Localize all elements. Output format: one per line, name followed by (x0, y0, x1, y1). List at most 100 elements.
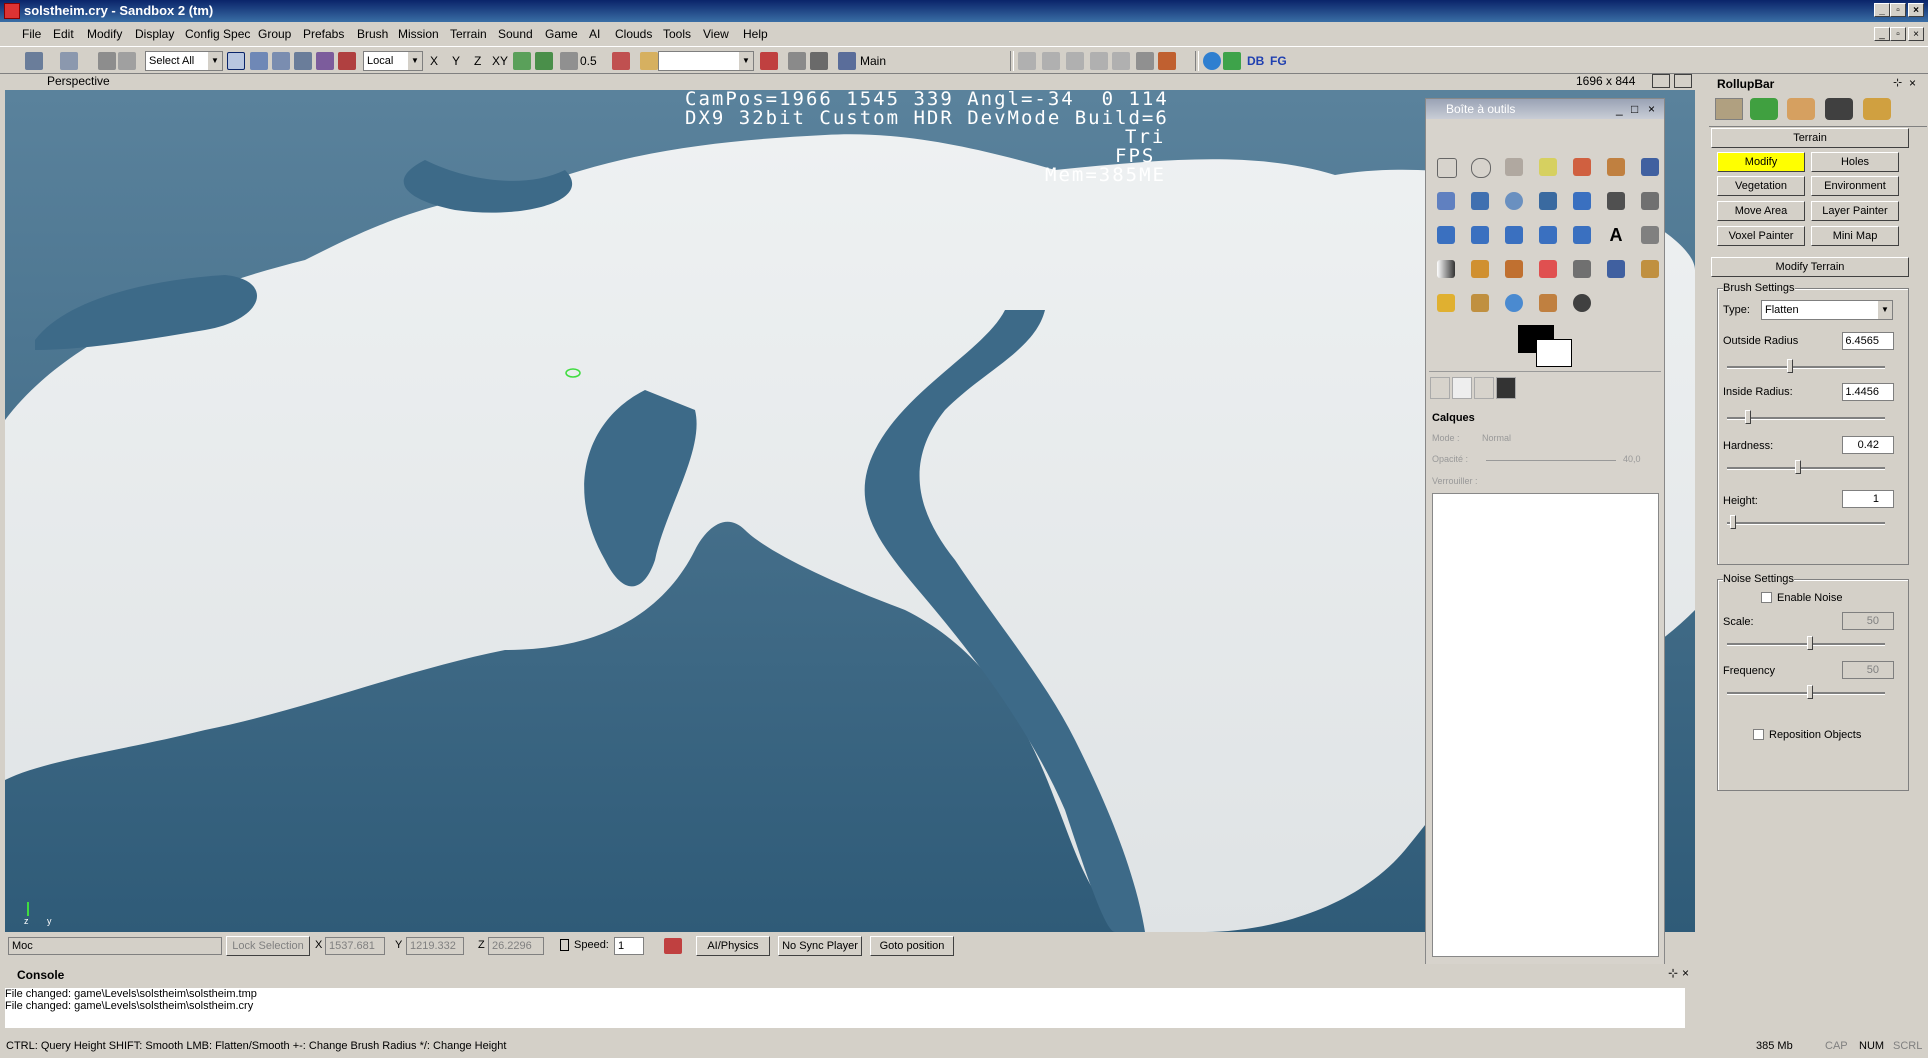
opacity-value[interactable]: 40,0 (1623, 454, 1641, 464)
x-coordinate-field[interactable]: 1537.681 (325, 937, 385, 955)
axis-xy-button[interactable]: XY (492, 51, 508, 71)
flip-icon[interactable] (1568, 221, 1596, 249)
globe-icon[interactable] (1203, 52, 1221, 70)
unlink-icon[interactable] (118, 52, 136, 70)
vegetation-button[interactable]: Vegetation (1717, 176, 1805, 196)
inside-radius-thumb[interactable] (1745, 410, 1751, 424)
menu-clouds[interactable]: Clouds (615, 27, 652, 41)
bucket-fill-icon[interactable] (1636, 221, 1664, 249)
modify-button[interactable]: Modify (1717, 152, 1805, 172)
snap-icon[interactable] (338, 52, 356, 70)
viewport-options-icon[interactable] (1652, 74, 1670, 88)
frequency-thumb[interactable] (1807, 685, 1813, 699)
rollup-close-icon[interactable]: × (1909, 76, 1916, 90)
minimize-button[interactable]: _ (1874, 3, 1890, 17)
scissors-icon[interactable] (1602, 153, 1630, 181)
lock-selection-button[interactable]: Lock Selection (226, 936, 310, 956)
color-picker-icon[interactable] (1466, 187, 1494, 215)
gimp-maximize-icon[interactable]: □ (1631, 99, 1638, 119)
table-icon[interactable] (1066, 52, 1084, 70)
menu-tools[interactable]: Tools (663, 27, 691, 41)
terrain-follow-icon[interactable] (513, 52, 531, 70)
tab-colors[interactable] (1496, 377, 1516, 399)
menu-sound[interactable]: Sound (498, 27, 533, 41)
pencil-icon[interactable] (1466, 255, 1494, 283)
coord-system-combo[interactable]: Local ▼ (363, 51, 423, 71)
clone-icon[interactable] (1636, 255, 1664, 283)
blend-icon[interactable] (1432, 255, 1460, 283)
smudge-icon[interactable] (1534, 289, 1562, 317)
mini-map-button[interactable]: Mini Map (1811, 226, 1899, 246)
menu-help[interactable]: Help (743, 27, 768, 41)
inside-radius-field[interactable]: 1.4456 (1842, 383, 1894, 401)
measure-icon[interactable] (1534, 187, 1562, 215)
grid-icon[interactable] (560, 52, 578, 70)
terrain-collision-icon[interactable] (664, 938, 682, 954)
terrain-tab-icon[interactable] (1750, 98, 1778, 120)
rotate-tool-icon[interactable] (272, 52, 290, 70)
ink-icon[interactable] (1602, 255, 1630, 283)
snap-terrain-icon[interactable] (535, 52, 553, 70)
terrain-section-header[interactable]: Terrain (1711, 128, 1909, 148)
align-icon[interactable] (1018, 52, 1036, 70)
brush-type-combo[interactable]: Flatten ▼ (1761, 300, 1893, 320)
redo-icon[interactable] (60, 52, 78, 70)
perspective-icon[interactable] (1534, 221, 1562, 249)
scale-thumb[interactable] (1807, 636, 1813, 650)
drop-to-floor-icon[interactable] (1090, 52, 1108, 70)
hardness-field[interactable]: 0.42 (1842, 436, 1894, 454)
gimp-minimize-icon[interactable]: _ (1616, 99, 1623, 119)
rollup-pin-icon[interactable]: ⊹ (1893, 76, 1902, 89)
scale-icon[interactable] (1466, 221, 1494, 249)
objects-tab-icon[interactable] (1715, 98, 1743, 120)
menu-prefabs[interactable]: Prefabs (303, 27, 344, 41)
axis-x-button[interactable]: X (430, 51, 438, 71)
outside-radius-thumb[interactable] (1787, 359, 1793, 373)
ellipse-select-icon[interactable] (1466, 153, 1494, 181)
menu-file[interactable]: File (22, 27, 41, 41)
undo-icon[interactable] (25, 52, 43, 70)
material-icon[interactable] (1158, 52, 1176, 70)
tab-layers[interactable] (1452, 377, 1472, 399)
rect-select-icon[interactable] (1432, 153, 1460, 181)
frequency-slider[interactable] (1727, 692, 1885, 695)
speed-field[interactable]: 1 (614, 937, 644, 955)
airbrush-icon[interactable] (1568, 255, 1596, 283)
layer-painter-button[interactable]: Layer Painter (1811, 201, 1899, 221)
scale-field[interactable]: 50 (1842, 612, 1894, 630)
background-color-swatch[interactable] (1536, 339, 1572, 367)
height-slider[interactable] (1727, 522, 1885, 525)
lasso-icon[interactable] (1500, 153, 1528, 181)
doc-restore-button[interactable]: ▫ (1890, 27, 1906, 41)
axis-y-button[interactable]: Y (452, 51, 460, 71)
doc-minimize-button[interactable]: _ (1874, 27, 1890, 41)
layer-name[interactable]: Main (860, 51, 886, 71)
menu-game[interactable]: Game (545, 27, 578, 41)
outside-radius-field[interactable]: 6.4565 (1842, 332, 1894, 350)
align-icon[interactable] (1602, 187, 1630, 215)
selection-combo[interactable]: Select All ▼ (145, 51, 223, 71)
layers-list[interactable] (1432, 493, 1659, 957)
crop-icon[interactable] (1636, 187, 1664, 215)
paintbrush-icon[interactable] (1500, 255, 1528, 283)
tab-paths[interactable] (1474, 377, 1494, 399)
menu-ai[interactable]: AI (589, 27, 600, 41)
frequency-field[interactable]: 50 (1842, 661, 1894, 679)
move-area-button[interactable]: Move Area (1717, 201, 1805, 221)
menu-edit[interactable]: Edit (53, 27, 74, 41)
menu-terrain[interactable]: Terrain (450, 27, 487, 41)
blur-icon[interactable] (1500, 289, 1528, 317)
layers-icon[interactable] (838, 52, 856, 70)
foreground-select-icon[interactable] (1636, 153, 1664, 181)
modelling-tab-icon[interactable] (1787, 98, 1815, 120)
scale-slider[interactable] (1727, 643, 1885, 646)
axis-z-button[interactable]: Z (474, 51, 481, 71)
reposition-objects-checkbox[interactable] (1753, 729, 1764, 740)
link-icon[interactable] (98, 52, 116, 70)
hardness-thumb[interactable] (1795, 460, 1801, 474)
holes-button[interactable]: Holes (1811, 152, 1899, 172)
height-thumb[interactable] (1730, 515, 1736, 529)
scale-tool-icon[interactable] (294, 52, 312, 70)
height-field[interactable]: 1 (1842, 490, 1894, 508)
menu-mission[interactable]: Mission (398, 27, 439, 41)
